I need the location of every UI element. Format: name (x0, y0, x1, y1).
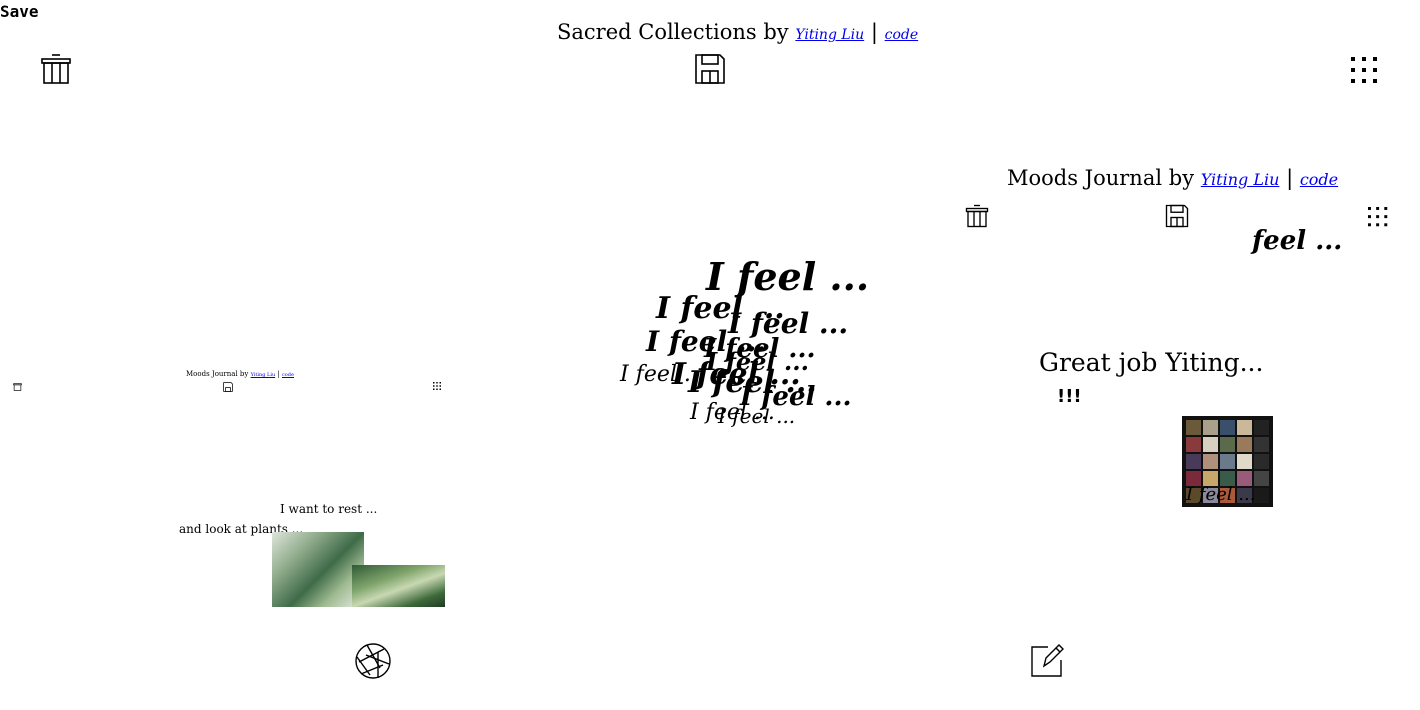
panel-right-separator: | (1286, 166, 1294, 190)
panel-left-trash-button[interactable] (13, 382, 22, 391)
panel-left-author-link[interactable]: Yiting Liu (251, 372, 276, 378)
grid-icon (1351, 57, 1377, 83)
panel-left-title: Moods Journal by Yiting Liu | code (186, 370, 294, 378)
camera-button[interactable] (354, 642, 392, 680)
save-link[interactable]: Save (0, 2, 39, 21)
floppy-disk-icon (695, 54, 725, 84)
panel-right-feel-text: feel ... (1252, 226, 1343, 256)
floppy-disk-icon (223, 382, 233, 392)
panel-left-grid-button[interactable] (433, 382, 441, 390)
exclaim-text: !!! (1057, 386, 1082, 407)
floppy-disk-icon (1165, 204, 1189, 228)
panel-left-code-link[interactable]: code (282, 372, 294, 378)
panel-right-trash-button[interactable] (965, 204, 989, 228)
title-text: Sacred Collections by (557, 20, 789, 44)
trash-icon (41, 54, 71, 84)
panel-right-author-link[interactable]: Yiting Liu (1201, 170, 1280, 189)
feel-cloud: I feel ... I feel ... I feel ... I feel … (610, 250, 869, 440)
panel-left-save-button[interactable] (223, 382, 233, 392)
trash-icon (965, 204, 989, 228)
panel-right-title: Moods Journal by Yiting Liu | code (1007, 166, 1338, 190)
plant-image (352, 565, 445, 607)
plant-image (272, 532, 364, 607)
feel-text: I feel ... (718, 404, 796, 428)
photo-caption: I feel ... (1186, 484, 1256, 505)
rest-text: I want to rest ... (280, 502, 378, 516)
page-title: Sacred Collections by Yiting Liu | code (557, 20, 918, 44)
title-separator: | (870, 20, 878, 44)
panel-right-grid-button[interactable] (1368, 207, 1388, 227)
panel-right-title-text: Moods Journal by (1007, 166, 1195, 190)
panel-left-title-text: Moods Journal by (186, 370, 249, 378)
great-job-text: Great job Yiting... (1039, 348, 1264, 377)
panel-right-save-button[interactable] (1165, 204, 1189, 228)
panel-right-code-link[interactable]: code (1300, 170, 1338, 189)
grid-icon (1368, 207, 1388, 227)
code-link[interactable]: code (885, 27, 919, 43)
save-button[interactable] (694, 53, 726, 85)
edit-button[interactable] (1030, 644, 1064, 678)
grid-icon (433, 382, 441, 390)
pencil-edit-icon (1031, 644, 1064, 677)
feel-text: I feel ... (706, 347, 809, 376)
grid-menu-button[interactable] (1351, 57, 1378, 84)
trash-button[interactable] (40, 53, 72, 85)
panel-left-separator: | (277, 370, 280, 378)
camera-aperture-icon (355, 643, 391, 679)
author-link[interactable]: Yiting Liu (795, 27, 864, 43)
trash-icon (13, 383, 22, 391)
